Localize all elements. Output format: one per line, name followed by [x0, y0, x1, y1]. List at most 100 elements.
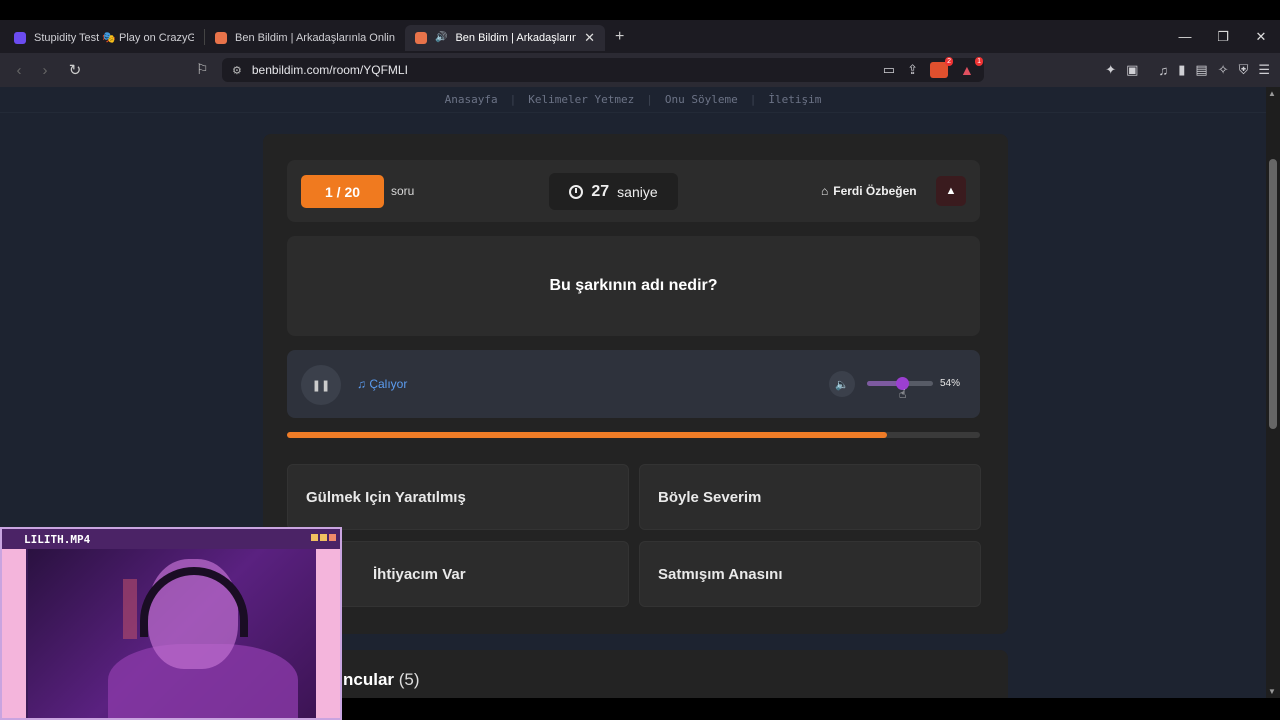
benbildim-favicon-icon: [415, 31, 427, 44]
volume-slider[interactable]: [867, 377, 933, 390]
scroll-down-icon[interactable]: ▼: [1268, 687, 1276, 696]
audio-player: ❚❚ ♫ Çalıyor 🔈 54% ☝: [287, 350, 980, 418]
background-lamp: [123, 579, 137, 639]
players-count: (5): [398, 670, 420, 689]
timer-unit: saniye: [617, 183, 658, 200]
timer-value: 27: [591, 182, 610, 200]
tab-bar: Stupidity Test 🎭 Play on CrazyGames Ben …: [0, 20, 1280, 53]
question-box: Bu şarkının adı nedir?: [287, 236, 980, 336]
screenshot-icon[interactable]: ▣: [1126, 62, 1138, 78]
new-tab-button[interactable]: +: [615, 28, 624, 46]
alert-badge: 1: [975, 57, 983, 66]
page-scrollbar[interactable]: ▲ ▼: [1266, 87, 1280, 698]
tab-ben-bildim-1[interactable]: Ben Bildim | Arkadaşlarınla Online Bilgi: [205, 25, 405, 51]
reload-icon[interactable]: ↻: [62, 61, 88, 79]
answer-text: Satmışım Anasını: [658, 565, 783, 583]
window-controls: — ❐ ✕: [1166, 20, 1280, 53]
leo-ai-icon[interactable]: ✧: [1218, 62, 1229, 78]
nav-link-iletisim[interactable]: İletişim: [768, 93, 821, 106]
wallet-icon[interactable]: ▤: [1195, 62, 1207, 78]
answer-option-2[interactable]: Böyle Severim: [639, 464, 981, 530]
triangle-icon: ▲: [960, 62, 974, 78]
music-icon[interactable]: ♫: [1158, 63, 1168, 78]
timer: 27 saniye: [549, 173, 678, 210]
close-icon: [329, 534, 336, 541]
forward-icon[interactable]: ›: [32, 62, 58, 79]
scroll-thumb[interactable]: [1269, 159, 1277, 429]
webcam-video: [28, 549, 326, 718]
players-heading: ncular (5): [343, 670, 420, 690]
tag-icon: ⌂: [821, 184, 829, 198]
close-window-icon[interactable]: ✕: [1242, 29, 1280, 45]
tab-stupidity-test[interactable]: Stupidity Test 🎭 Play on CrazyGames: [4, 25, 204, 51]
tab-ben-bildim-active[interactable]: 🔊 Ben Bildim | Arkadaşlarınla Online ✕: [405, 24, 605, 51]
webcam-overlay: LILITH.MP4: [0, 527, 342, 720]
answer-text: İhtiyacım Var: [373, 565, 466, 583]
restore-icon[interactable]: ❐: [1204, 29, 1242, 45]
tab-title: Stupidity Test 🎭 Play on CrazyGames: [34, 32, 194, 44]
author-name: Ferdi Özbeğen: [833, 184, 917, 198]
brave-shield-icon[interactable]: 2: [930, 57, 953, 78]
nav-separator: |: [646, 93, 653, 106]
benbildim-favicon-icon: [215, 31, 227, 44]
maximize-icon: [320, 534, 327, 541]
nav-separator: |: [749, 93, 757, 106]
playing-label: Çalıyor: [369, 377, 408, 391]
screen: Stupidity Test 🎭 Play on CrazyGames Ben …: [0, 0, 1280, 720]
webcam-frame-right: [316, 549, 340, 718]
question-counter: 1 / 20: [301, 175, 384, 208]
speaker-icon[interactable]: 🔊: [435, 32, 447, 43]
time-progress-bar: [287, 432, 980, 438]
bookmark-icon[interactable]: ⚐: [196, 61, 209, 78]
nav-separator: |: [509, 93, 517, 106]
url-text: benbildim.com/room/YQFMLI: [251, 63, 408, 77]
question-counter-unit: soru: [391, 184, 415, 198]
players-title: ncular: [343, 670, 395, 689]
clock-icon: [569, 184, 584, 199]
scroll-up-icon[interactable]: ▲: [1268, 89, 1276, 98]
close-tab-icon[interactable]: ✕: [584, 30, 595, 46]
question-text: Bu şarkının adı nedir?: [549, 277, 718, 294]
webcam-frame-left: [2, 549, 26, 718]
extensions-icon[interactable]: ✦: [1105, 62, 1116, 78]
answer-text: Böyle Severim: [658, 488, 762, 506]
nav-link-kelimeler-yetmez[interactable]: Kelimeler Yetmez: [528, 93, 634, 106]
brave-rewards-icon[interactable]: ▲ 1: [960, 57, 983, 78]
vpn-icon[interactable]: ⛨: [1239, 62, 1249, 78]
game-card: 1 / 20 soru 27 saniye ⌂ Ferdi Özbeğen ▲ …: [263, 134, 1008, 634]
cast-icon[interactable]: ▭: [883, 62, 895, 78]
webcam-title: LILITH.MP4: [24, 532, 91, 546]
site-info-icon[interactable]: ⚙: [232, 64, 242, 77]
game-header: 1 / 20 soru 27 saniye ⌂ Ferdi Özbeğen ▲: [287, 160, 980, 222]
navigation-bar: ‹ › ↻ ⚐ ⚙ benbildim.com/room/YQFMLI ▭ ⇪ …: [0, 53, 1280, 87]
answer-option-4[interactable]: Satmışım Anasını: [639, 541, 981, 607]
back-icon[interactable]: ‹: [6, 62, 32, 79]
address-bar-actions: ▭ ⇪ 2 ▲ 1: [883, 57, 983, 82]
sidebar-icon[interactable]: ▮: [1178, 62, 1185, 78]
music-note-icon: ♫: [357, 377, 366, 391]
minimize-icon: [311, 534, 318, 541]
nav-link-home[interactable]: Anasayfa: [445, 93, 498, 106]
address-bar[interactable]: ⚙ benbildim.com/room/YQFMLI ▭ ⇪ 2 ▲ 1: [222, 57, 984, 82]
pause-icon: ❚❚: [311, 379, 331, 392]
playing-status: ♫ Çalıyor: [357, 377, 407, 391]
minimize-icon[interactable]: —: [1166, 29, 1204, 44]
question-author: ⌂ Ferdi Özbeğen: [821, 184, 917, 198]
mouse-cursor-icon: ☝: [899, 387, 907, 401]
nav-link-onu-soyleme[interactable]: Onu Söyleme: [665, 93, 738, 106]
report-button[interactable]: ▲: [936, 176, 966, 206]
answer-option-1[interactable]: Gülmek Için Yaratılmış: [287, 464, 629, 530]
shield-badge: 2: [945, 57, 953, 66]
warning-icon: ▲: [945, 185, 957, 197]
webcam-title-bar: LILITH.MP4: [2, 529, 340, 549]
speaker-icon: 🔈: [835, 378, 849, 391]
volume-button[interactable]: 🔈: [829, 371, 855, 397]
pause-button[interactable]: ❚❚: [301, 365, 341, 405]
tab-title: Ben Bildim | Arkadaşlarınla Online Bilgi: [235, 31, 395, 44]
top-black-strip: [0, 0, 1280, 20]
crazygames-favicon-icon: [14, 31, 26, 44]
tab-title: Ben Bildim | Arkadaşlarınla Online: [455, 31, 577, 44]
share-icon[interactable]: ⇪: [907, 62, 918, 78]
menu-icon[interactable]: ☰: [1258, 62, 1270, 78]
site-nav: Anasayfa | Kelimeler Yetmez | Onu Söylem…: [0, 87, 1266, 113]
